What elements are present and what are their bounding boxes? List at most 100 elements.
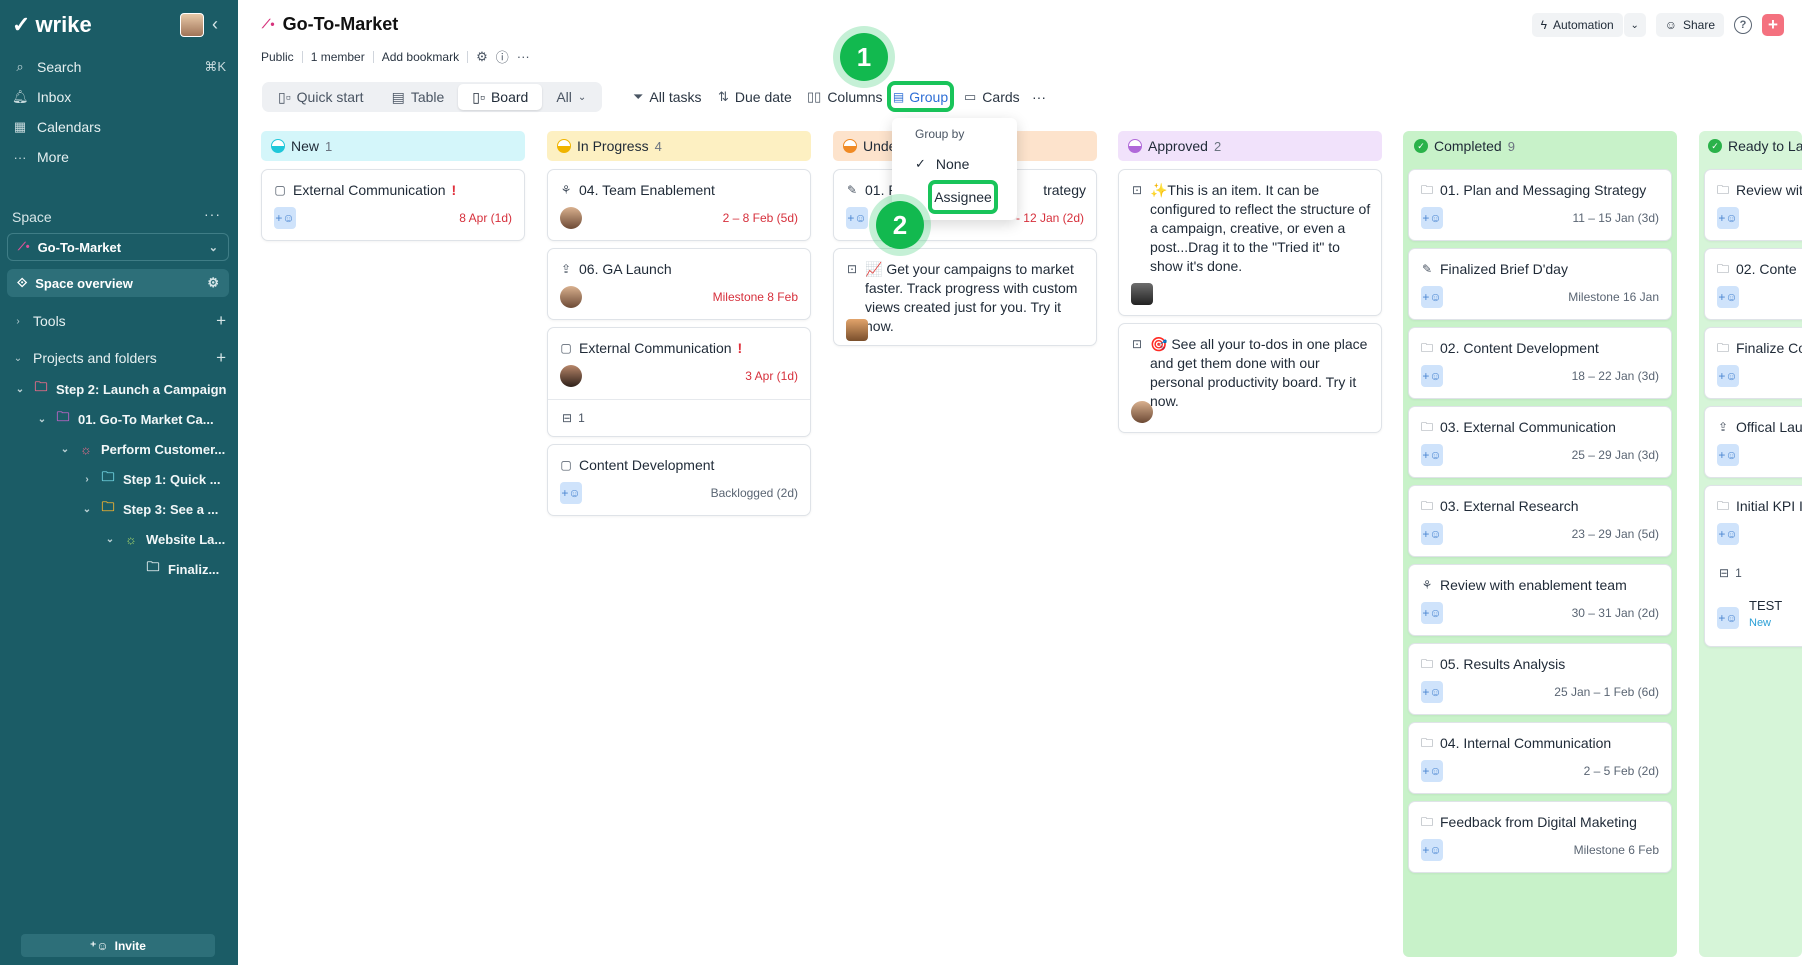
add-assignee-icon[interactable]: +☺ — [1421, 839, 1443, 861]
task-card[interactable]: 🗀 05. Results Analysis +☺ 25 Jan – 1 Feb (6… — [1408, 643, 1672, 715]
task-card[interactable]: ⚘ Review with enablement team +☺ 30 – 31 Ja… — [1408, 564, 1672, 636]
projects-folders-item[interactable]: ⌄ Projects and folders + — [12, 347, 226, 369]
status-icon — [557, 139, 571, 153]
toolbar-more-icon[interactable]: ··· — [1032, 86, 1046, 108]
group-assignee-option[interactable]: Assignee — [928, 180, 998, 214]
task-card[interactable]: 🗀 Finalize Co +☺ — [1704, 327, 1802, 399]
tree-item-step1[interactable]: › 🗀 Step 1: Quick ... — [81, 468, 220, 490]
more-icon[interactable]: ··· — [517, 49, 530, 64]
add-assignee-icon[interactable]: +☺ — [1421, 444, 1443, 466]
add-assignee-icon[interactable]: +☺ — [1421, 207, 1443, 229]
task-card[interactable]: ▢ External Communication! 3 Apr (1d) ⊟ 1 — [547, 327, 811, 437]
group-button[interactable]: ▤ Group — [887, 81, 954, 112]
add-assignee-icon[interactable]: +☺ — [560, 482, 582, 504]
add-assignee-icon[interactable]: +☺ — [1717, 365, 1739, 387]
add-tool-icon[interactable]: + — [216, 311, 226, 331]
nav-calendars[interactable]: ▦ Calendars — [12, 115, 226, 139]
add-assignee-icon[interactable]: +☺ — [846, 207, 868, 229]
tab-table[interactable]: ▤ Table — [378, 84, 459, 110]
share-button[interactable]: ☺ Share — [1655, 13, 1724, 37]
cards-button[interactable]: ▭ Cards — [964, 86, 1020, 108]
task-card[interactable]: ⇪ Offical Lau +☺ — [1704, 406, 1802, 478]
space-selector[interactable]: ⟋• Go-To-Market ⌄ — [7, 233, 229, 261]
add-assignee-icon[interactable]: +☺ — [1421, 602, 1443, 624]
invite-button[interactable]: ⁺☺ Invite — [21, 934, 215, 957]
due-date-sort[interactable]: ⇅ Due date — [718, 86, 792, 108]
add-assignee-icon[interactable]: +☺ — [1421, 760, 1443, 782]
group-none-option[interactable]: ✓ None — [915, 156, 969, 172]
column-header[interactable]: ✓ Ready to La — [1704, 131, 1802, 161]
tab-all[interactable]: All ⌄ — [542, 84, 600, 110]
subtask-count[interactable]: ⊟ 1 — [1719, 566, 1742, 580]
add-assignee-icon[interactable]: +☺ — [1421, 681, 1443, 703]
tree-item-perform-customer[interactable]: ⌄ ☼ Perform Customer... — [59, 438, 225, 460]
task-card[interactable]: ▢ External Communication! +☺ 8 Apr (1d) — [261, 169, 525, 241]
task-card[interactable]: 🗀 Feedback from Digital Maketing +☺ Milesto… — [1408, 801, 1672, 873]
folder-icon: 🗀 — [101, 499, 115, 514]
add-assignee-icon[interactable]: +☺ — [1717, 207, 1739, 229]
space-overview-item[interactable]: ⟐ Space overview ⚙ — [7, 269, 229, 297]
task-card[interactable]: 🗀 04. Internal Communication +☺ 2 – 5 Feb (… — [1408, 722, 1672, 794]
members-link[interactable]: 1 member — [311, 50, 365, 64]
space-more-icon[interactable]: ··· — [204, 206, 221, 222]
folder-icon: ⚘ — [1421, 578, 1433, 592]
user-avatar[interactable] — [180, 13, 204, 37]
quick-start-icon: ▯▫ — [278, 88, 291, 105]
column-header[interactable]: New 1 — [261, 131, 525, 161]
nav-search[interactable]: ⌕ Search ⌘K — [12, 55, 226, 79]
task-card[interactable]: ▢ Content Development +☺ Backlogged (2d) — [547, 444, 811, 516]
tree-item-finalize[interactable]: 🗀 Finaliz... — [126, 558, 219, 580]
task-card[interactable]: ⇪ 06. GA Launch Milestone 8 Feb — [547, 248, 811, 320]
tools-item[interactable]: › Tools + — [12, 310, 226, 332]
add-assignee-icon[interactable]: +☺ — [1717, 286, 1739, 308]
subtask-title[interactable]: TEST — [1749, 598, 1782, 613]
nav-more[interactable]: ··· More — [12, 145, 226, 169]
task-card[interactable]: 🗀 02. Conte +☺ — [1704, 248, 1802, 320]
columns-button[interactable]: ▯▯ Columns — [807, 86, 883, 108]
settings-icon[interactable]: ⚙ — [476, 49, 488, 65]
gear-icon[interactable]: ⚙ — [207, 275, 219, 291]
task-card[interactable]: ⊡ 📈 Get your campaigns to market faster. … — [833, 248, 1097, 346]
wrike-logo[interactable]: ✓ wrike — [12, 12, 92, 38]
folder-icon: ✎ — [1421, 262, 1433, 276]
new-item-button[interactable]: + — [1762, 14, 1784, 36]
add-assignee-icon[interactable]: +☺ — [1717, 523, 1739, 545]
tree-item-step3[interactable]: ⌄ 🗀 Step 3: See a ... — [81, 498, 219, 520]
visibility-public[interactable]: Public — [261, 50, 294, 64]
subtask-icon: ⊟ — [562, 411, 573, 425]
help-icon[interactable]: ? — [1734, 16, 1752, 34]
automation-dropdown-icon[interactable]: ⌄ — [1623, 13, 1646, 37]
subtask-count[interactable]: ⊟ 1 — [562, 411, 585, 425]
info-icon[interactable]: ⓘ — [496, 47, 509, 66]
task-card[interactable]: ⚘ 04. Team Enablement 2 – 8 Feb (5d) — [547, 169, 811, 241]
column-header[interactable]: In Progress 4 — [547, 131, 811, 161]
task-card[interactable]: 🗀 03. External Communication +☺ 25 – 29 Jan… — [1408, 406, 1672, 478]
task-card[interactable]: 🗀 Review wit +☺ — [1704, 169, 1802, 241]
tree-item-step2[interactable]: ⌄ 🗀 Step 2: Launch a Campaign — [14, 378, 227, 400]
add-assignee-icon[interactable]: +☺ — [1421, 286, 1443, 308]
task-card[interactable]: 🗀 03. External Research +☺ 23 – 29 Jan (5d) — [1408, 485, 1672, 557]
add-assignee-icon[interactable]: +☺ — [1421, 365, 1443, 387]
add-assignee-icon[interactable]: +☺ — [1717, 607, 1739, 629]
all-tasks-filter[interactable]: ⏷ All tasks — [633, 86, 702, 108]
add-bookmark-link[interactable]: Add bookmark — [382, 50, 459, 64]
add-project-icon[interactable]: + — [216, 348, 226, 368]
task-card[interactable]: 🗀 Initial KPI I +☺ ⊟ 1 +☺ TEST New — [1704, 485, 1802, 647]
task-card[interactable]: ✎ Finalized Brief D'day +☺ Milestone 16 Jan — [1408, 248, 1672, 320]
task-card[interactable]: ⊡ ✨This is an item. It can be configured … — [1118, 169, 1382, 316]
task-card[interactable]: 🗀 01. Plan and Messaging Strategy +☺ 11 – 1… — [1408, 169, 1672, 241]
column-header[interactable]: Approved 2 — [1118, 131, 1382, 161]
nav-inbox[interactable]: 🔔︎ Inbox — [12, 85, 226, 109]
tab-board[interactable]: ▯▫ Board — [458, 84, 543, 110]
add-assignee-icon[interactable]: +☺ — [274, 207, 296, 229]
column-header[interactable]: ✓ Completed 9 — [1408, 131, 1672, 161]
tab-quick-start[interactable]: ▯▫ Quick start — [264, 84, 378, 110]
add-assignee-icon[interactable]: +☺ — [1421, 523, 1443, 545]
tree-item-website-launch[interactable]: ⌄ ☼ Website La... — [104, 528, 225, 550]
add-assignee-icon[interactable]: +☺ — [1717, 444, 1739, 466]
tree-item-gtm-campaign[interactable]: ⌄ 🗀 01. Go-To Market Ca... — [36, 408, 214, 430]
collapse-sidebar-icon[interactable]: ‹ — [212, 14, 218, 35]
task-card[interactable]: 🗀 02. Content Development +☺ 18 – 22 Jan (3… — [1408, 327, 1672, 399]
task-card[interactable]: ⊡ 🎯 See all your to-dos in one place and … — [1118, 323, 1382, 433]
automation-button[interactable]: ϟ Automation — [1531, 13, 1623, 37]
